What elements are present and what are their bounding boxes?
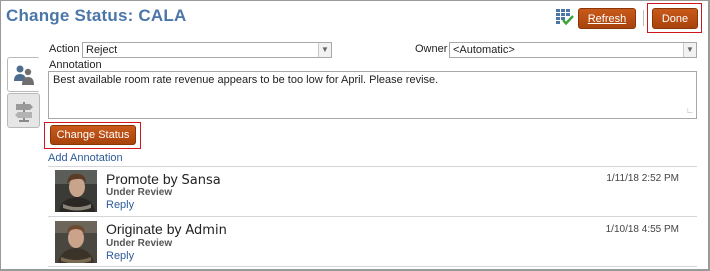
owner-select-value: <Automatic>: [453, 44, 515, 56]
tab-path[interactable]: [7, 93, 40, 128]
history-timestamp: 1/11/18 2:52 PM: [606, 173, 679, 184]
action-select-value: Reject: [86, 44, 118, 56]
avatar: [55, 170, 97, 212]
chevron-down-icon: ▼: [683, 43, 696, 57]
history-entry-title: Originate by Admin: [106, 221, 227, 238]
history-action: Originate: [106, 221, 163, 237]
status-badge: Under Review: [106, 187, 173, 198]
avatar: [55, 221, 97, 263]
annotation-label: Annotation: [49, 59, 102, 71]
divider: [48, 166, 697, 167]
owner-label: Owner: [415, 43, 448, 55]
status-badge: Under Review: [106, 238, 173, 249]
change-status-button[interactable]: Change Status: [50, 125, 136, 145]
user-avatar-image: [55, 170, 97, 212]
reply-link[interactable]: Reply: [106, 199, 134, 211]
refresh-button-label: Refresh: [587, 12, 627, 25]
annotation-text: Best available room rate revenue appears…: [53, 74, 439, 86]
change-status-button-label: Change Status: [56, 129, 130, 141]
history-action: Promote: [106, 171, 159, 187]
chevron-down-icon: ▼: [318, 43, 331, 57]
page-title: Change Status: CALA: [6, 6, 187, 25]
reply-link[interactable]: Reply: [106, 250, 134, 262]
history-entry-title: Promote by Sansa: [106, 171, 221, 188]
toolbar-separator: [643, 10, 644, 26]
history-by: by: [162, 171, 178, 187]
refresh-button[interactable]: Refresh: [578, 8, 636, 29]
done-button[interactable]: Done: [652, 8, 698, 29]
divider: [48, 266, 697, 267]
people-icon: [13, 65, 34, 85]
add-annotation-link[interactable]: Add Annotation: [48, 152, 123, 164]
history-by: by: [166, 221, 182, 237]
resize-handle-icon[interactable]: ∟: [686, 104, 694, 117]
annotation-textarea[interactable]: Best available room rate revenue appears…: [48, 71, 697, 119]
user-avatar-image: [55, 221, 97, 263]
owner-select[interactable]: <Automatic> ▼: [449, 42, 697, 58]
action-label: Action: [49, 43, 80, 55]
done-button-label: Done: [661, 12, 689, 25]
history-timestamp: 1/10/18 4:55 PM: [605, 224, 679, 235]
history-user: Admin: [185, 223, 227, 238]
divider: [48, 216, 697, 217]
tab-actions[interactable]: [7, 57, 40, 92]
signpost-icon: [14, 101, 33, 122]
action-select[interactable]: Reject ▼: [82, 42, 332, 58]
grid-check-icon[interactable]: [556, 9, 574, 26]
history-user: Sansa: [181, 173, 221, 188]
